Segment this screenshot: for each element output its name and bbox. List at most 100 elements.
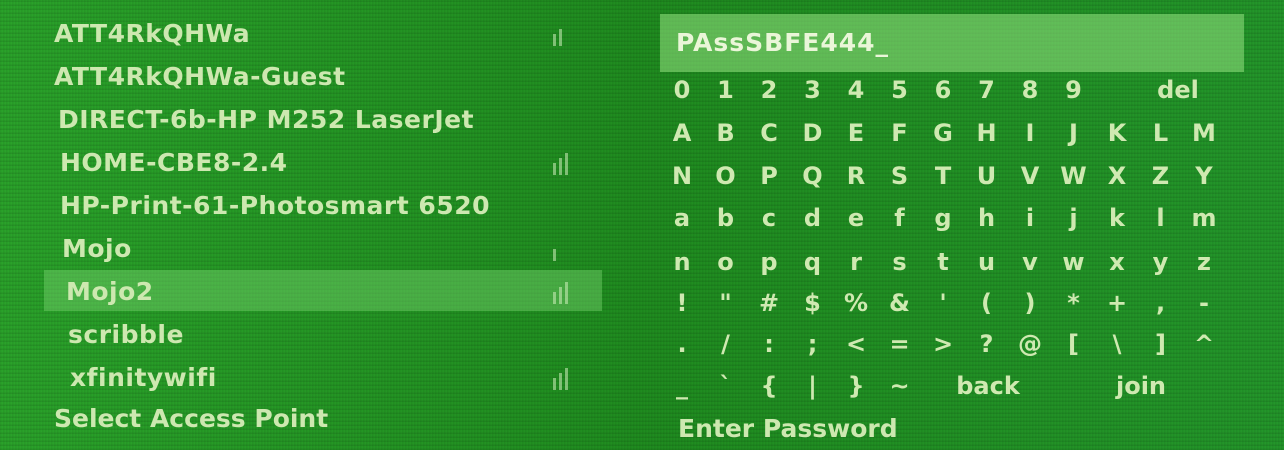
key-t[interactable]: t <box>923 242 963 282</box>
key-V[interactable]: V <box>1010 156 1050 196</box>
key-k[interactable]: k <box>1097 198 1137 238</box>
key-C[interactable]: C <box>749 113 789 153</box>
key-symbol[interactable]: > <box>923 324 963 364</box>
key-r[interactable]: r <box>836 242 876 282</box>
key-Y[interactable]: Y <box>1184 156 1224 196</box>
key-y[interactable]: y <box>1141 242 1181 282</box>
key-symbol[interactable]: % <box>836 283 876 323</box>
key-l[interactable]: l <box>1141 198 1181 238</box>
key-symbol[interactable]: ] <box>1141 324 1181 364</box>
key-symbol[interactable]: [ <box>1054 324 1094 364</box>
key-symbol[interactable]: - <box>1184 283 1224 323</box>
key-symbol[interactable]: ^ <box>1184 324 1224 364</box>
access-point-item[interactable]: ATT4RkQHWa <box>0 12 640 55</box>
key-o[interactable]: o <box>706 242 746 282</box>
password-field[interactable]: PAssSBFE444_ <box>660 14 1244 72</box>
key-d[interactable]: d <box>793 198 833 238</box>
key-7[interactable]: 7 <box>967 70 1007 110</box>
access-point-item[interactable]: DIRECT-6b-HP M252 LaserJet <box>0 98 640 141</box>
key-L[interactable]: L <box>1141 113 1181 153</box>
key-A[interactable]: A <box>662 113 702 153</box>
key-H[interactable]: H <box>967 113 1007 153</box>
access-point-item[interactable]: xfinitywifi <box>0 356 640 399</box>
key-a[interactable]: a <box>662 198 702 238</box>
access-point-item[interactable]: Mojo <box>0 227 640 270</box>
key-8[interactable]: 8 <box>1010 70 1050 110</box>
key-symbol[interactable]: * <box>1054 283 1094 323</box>
key-T[interactable]: T <box>923 156 963 196</box>
key-s[interactable]: s <box>880 242 920 282</box>
key-v[interactable]: v <box>1010 242 1050 282</box>
key-symbol[interactable]: = <box>880 324 920 364</box>
key-symbol[interactable]: ' <box>923 283 963 323</box>
key-symbol[interactable]: : <box>749 324 789 364</box>
key-symbol[interactable]: { <box>749 366 789 406</box>
key-symbol[interactable]: " <box>706 283 746 323</box>
key-9[interactable]: 9 <box>1054 70 1094 110</box>
key-S[interactable]: S <box>880 156 920 196</box>
key-n[interactable]: n <box>662 242 702 282</box>
key-symbol[interactable]: . <box>662 324 702 364</box>
key-z[interactable]: z <box>1184 242 1224 282</box>
key-F[interactable]: F <box>880 113 920 153</box>
key-i[interactable]: i <box>1010 198 1050 238</box>
key-m[interactable]: m <box>1184 198 1224 238</box>
key-w[interactable]: w <box>1054 242 1094 282</box>
key-R[interactable]: R <box>836 156 876 196</box>
key-f[interactable]: f <box>880 198 920 238</box>
key-I[interactable]: I <box>1010 113 1050 153</box>
key-symbol[interactable]: + <box>1097 283 1137 323</box>
key-symbol[interactable]: @ <box>1010 324 1050 364</box>
key-c[interactable]: c <box>749 198 789 238</box>
key-b[interactable]: b <box>706 198 746 238</box>
key-E[interactable]: E <box>836 113 876 153</box>
key-symbol[interactable]: | <box>793 366 833 406</box>
key-3[interactable]: 3 <box>793 70 833 110</box>
key-g[interactable]: g <box>923 198 963 238</box>
key-symbol[interactable]: _ <box>662 366 702 406</box>
key-O[interactable]: O <box>706 156 746 196</box>
key-2[interactable]: 2 <box>749 70 789 110</box>
key-K[interactable]: K <box>1097 113 1137 153</box>
key-B[interactable]: B <box>706 113 746 153</box>
key-symbol[interactable]: / <box>706 324 746 364</box>
key-symbol[interactable]: & <box>880 283 920 323</box>
key-Q[interactable]: Q <box>793 156 833 196</box>
key-D[interactable]: D <box>793 113 833 153</box>
key-symbol[interactable]: ! <box>662 283 702 323</box>
key-p[interactable]: p <box>749 242 789 282</box>
key-symbol[interactable]: ~ <box>880 366 920 406</box>
key-symbol[interactable]: ( <box>967 283 1007 323</box>
key-4[interactable]: 4 <box>836 70 876 110</box>
key-q[interactable]: q <box>793 242 833 282</box>
key-symbol[interactable]: ? <box>967 324 1007 364</box>
access-point-item[interactable]: scribble <box>0 313 640 356</box>
access-point-item[interactable]: Mojo2 <box>0 270 640 313</box>
key-1[interactable]: 1 <box>706 70 746 110</box>
key-symbol[interactable]: # <box>749 283 789 323</box>
key-symbol[interactable]: \ <box>1097 324 1137 364</box>
key-X[interactable]: X <box>1097 156 1137 196</box>
key-5[interactable]: 5 <box>880 70 920 110</box>
key-6[interactable]: 6 <box>923 70 963 110</box>
back-button[interactable]: back <box>943 366 1033 406</box>
key-Z[interactable]: Z <box>1141 156 1181 196</box>
key-M[interactable]: M <box>1184 113 1224 153</box>
key-G[interactable]: G <box>923 113 963 153</box>
key-N[interactable]: N <box>662 156 702 196</box>
key-symbol[interactable]: ) <box>1010 283 1050 323</box>
key-J[interactable]: J <box>1054 113 1094 153</box>
key-P[interactable]: P <box>749 156 789 196</box>
access-point-item[interactable]: HOME-CBE8-2.4 <box>0 141 640 184</box>
key-symbol[interactable]: } <box>836 366 876 406</box>
key-x[interactable]: x <box>1097 242 1137 282</box>
key-u[interactable]: u <box>967 242 1007 282</box>
access-point-item[interactable]: HP-Print-61-Photosmart 6520 <box>0 184 640 227</box>
key-h[interactable]: h <box>967 198 1007 238</box>
access-point-item[interactable]: ATT4RkQHWa-Guest <box>0 55 640 98</box>
key-symbol[interactable]: < <box>836 324 876 364</box>
key-U[interactable]: U <box>967 156 1007 196</box>
key-symbol[interactable]: $ <box>793 283 833 323</box>
key-W[interactable]: W <box>1054 156 1094 196</box>
key-symbol[interactable]: ; <box>793 324 833 364</box>
